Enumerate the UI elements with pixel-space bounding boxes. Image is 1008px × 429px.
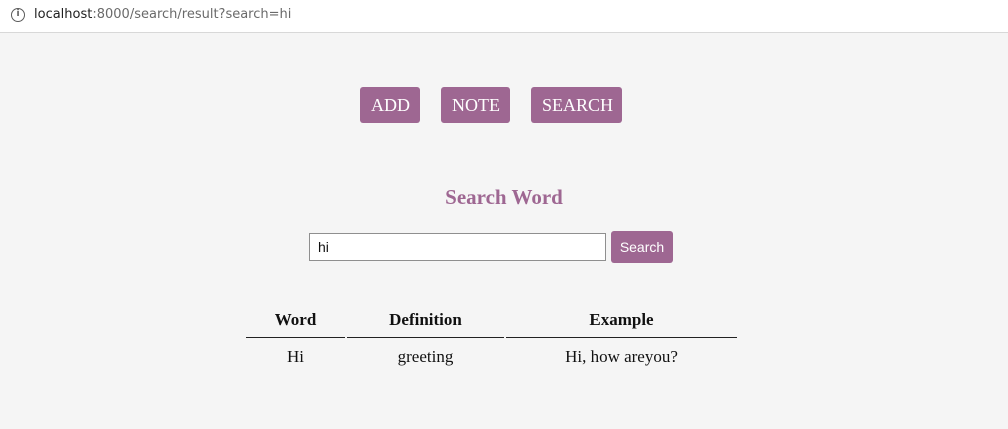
cell-definition: greeting bbox=[397, 347, 454, 366]
page-title: Search Word bbox=[445, 185, 563, 209]
url-host: localhost bbox=[34, 7, 93, 22]
note-button[interactable]: NOTE bbox=[441, 87, 510, 123]
table-row: Hi greeting Hi, how areyou? bbox=[246, 338, 737, 376]
url-path: :8000/search/result?search=hi bbox=[92, 7, 292, 22]
search-submit-button[interactable]: Search bbox=[611, 231, 673, 263]
browser-address-bar[interactable]: i localhost:8000/search/result?search=hi bbox=[0, 0, 1008, 33]
header-definition: Definition bbox=[347, 302, 504, 338]
url-text[interactable]: localhost:8000/search/result?search=hi bbox=[34, 6, 291, 24]
results-table: Word Definition Example Hi greeting Hi, … bbox=[244, 302, 739, 376]
info-icon[interactable]: i bbox=[11, 8, 25, 22]
search-nav-button[interactable]: SEARCH bbox=[531, 87, 622, 123]
add-button[interactable]: ADD bbox=[360, 87, 420, 123]
header-word: Word bbox=[246, 302, 345, 338]
table-header-row: Word Definition Example bbox=[246, 302, 737, 338]
header-example: Example bbox=[506, 302, 737, 338]
cell-example: Hi, how areyou? bbox=[565, 347, 678, 366]
cell-word: Hi bbox=[287, 347, 304, 366]
search-input[interactable] bbox=[309, 233, 606, 261]
